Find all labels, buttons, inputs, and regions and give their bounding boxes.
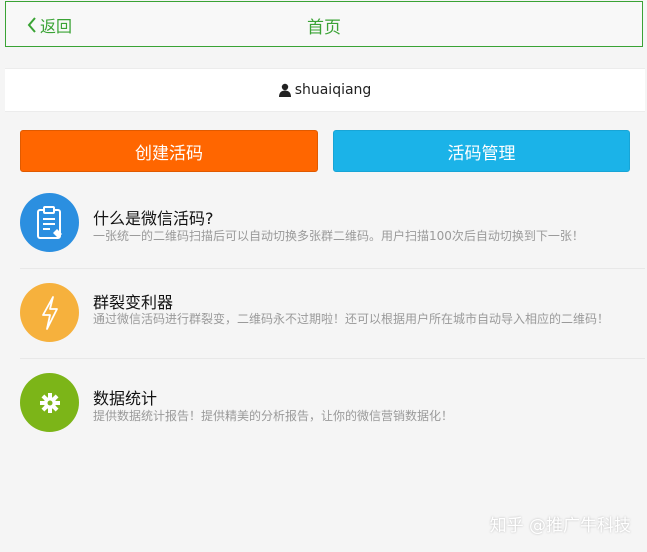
lightning-icon — [20, 283, 79, 342]
divider — [20, 268, 645, 269]
feature-item-group-fission[interactable]: 群裂变利器 通过微信活码进行群裂变，二维码永不过期啦！还可以根据用户所在城市自动… — [20, 283, 645, 343]
username: shuaiqiang — [294, 82, 372, 98]
feature-description: 提供数据统计报告！提供精美的分析报告，让你的微信营销数据化！ — [93, 409, 454, 423]
gear-icon — [20, 373, 79, 432]
user-info-bar: shuaiqiang — [5, 68, 645, 112]
feature-description: 一张统一的二维码扫描后可以自动切换多张群二维码。用户扫描100次后自动切换到下一… — [93, 229, 584, 243]
top-nav-bar: 返回 首页 — [5, 1, 643, 47]
feature-item-what-is-qrcode[interactable]: 什么是微信活码? 一张统一的二维码扫描后可以自动切换多张群二维码。用户扫描100… — [20, 193, 645, 253]
feature-title: 什么是微信活码? — [93, 209, 214, 228]
clipboard-icon — [20, 193, 79, 252]
divider — [20, 358, 645, 359]
page-title: 首页 — [307, 18, 341, 38]
feature-title: 群裂变利器 — [93, 293, 174, 312]
feature-title: 数据统计 — [93, 389, 158, 408]
user-icon — [278, 83, 291, 97]
feature-item-statistics[interactable]: 数据统计 提供数据统计报告！提供精美的分析报告，让你的微信营销数据化！ — [20, 373, 645, 433]
feature-description: 通过微信活码进行群裂变，二维码永不过期啦！还可以根据用户所在城市自动导入相应的二… — [93, 312, 610, 326]
manage-qrcode-button[interactable]: 活码管理 — [333, 130, 630, 172]
create-qrcode-button[interactable]: 创建活码 — [20, 130, 318, 172]
watermark: 知乎 @推广牛科技 — [489, 516, 631, 536]
